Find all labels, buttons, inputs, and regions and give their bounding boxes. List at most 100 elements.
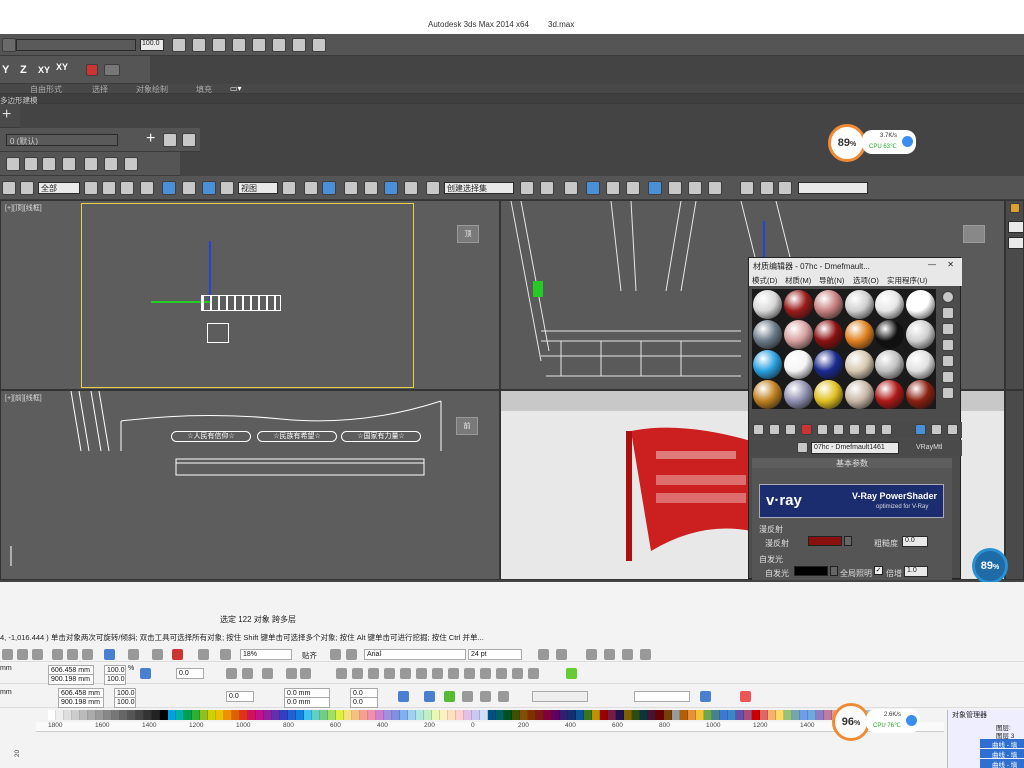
tool-icon[interactable] xyxy=(104,157,118,171)
palette-swatch[interactable] xyxy=(568,710,576,720)
scale-icon[interactable] xyxy=(202,181,216,195)
scale-y-field[interactable]: 100.0 xyxy=(114,697,136,708)
layer-icon[interactable] xyxy=(182,133,196,147)
palette-swatch[interactable] xyxy=(744,710,752,720)
effects-channel-icon[interactable] xyxy=(865,424,876,435)
palette-swatch[interactable] xyxy=(592,710,600,720)
arrange-icon[interactable] xyxy=(400,668,411,679)
color-palette[interactable] xyxy=(48,710,904,720)
close-icon[interactable]: ✕ xyxy=(947,260,954,269)
palette-swatch[interactable] xyxy=(824,710,832,720)
color-icon[interactable] xyxy=(740,691,751,702)
material-sample-slot[interactable] xyxy=(844,290,874,319)
palette-swatch[interactable] xyxy=(536,710,544,720)
spinner-field[interactable]: 100.0 xyxy=(140,39,164,51)
align-icon[interactable] xyxy=(192,38,206,52)
text-props-icon[interactable] xyxy=(622,649,633,660)
export-icon[interactable] xyxy=(172,649,183,660)
vray-icon[interactable] xyxy=(760,181,774,195)
material-sample-slot[interactable] xyxy=(753,380,782,409)
material-editor-icon[interactable] xyxy=(648,181,662,195)
outline-width-dropdown[interactable] xyxy=(634,691,690,702)
align-icon[interactable] xyxy=(252,38,266,52)
accelerate-icon[interactable] xyxy=(902,136,913,147)
align-icon[interactable] xyxy=(540,181,554,195)
palette-swatch[interactable] xyxy=(520,710,528,720)
select-by-name-icon[interactable] xyxy=(102,181,116,195)
palette-swatch[interactable] xyxy=(664,710,672,720)
keyboard-icon[interactable] xyxy=(104,64,120,76)
material-name-field[interactable]: 07hc - Dmefmault1461 xyxy=(811,442,899,454)
palette-swatch[interactable] xyxy=(376,710,384,720)
menu-item[interactable]: 选项(O) xyxy=(853,275,879,286)
scale-icon[interactable] xyxy=(424,691,435,702)
palette-swatch[interactable] xyxy=(768,710,776,720)
render-icon[interactable] xyxy=(708,181,722,195)
palette-swatch[interactable] xyxy=(792,710,800,720)
transform-icon[interactable] xyxy=(462,691,473,702)
select-object-icon[interactable] xyxy=(84,181,98,195)
window-crossing-icon[interactable] xyxy=(140,181,154,195)
arrange-icon[interactable] xyxy=(432,668,443,679)
keyboard-shortcut-icon[interactable] xyxy=(322,181,336,195)
axis-xy-button[interactable]: XY xyxy=(38,65,50,75)
align-icon[interactable] xyxy=(312,38,326,52)
palette-swatch[interactable] xyxy=(648,710,656,720)
palette-swatch[interactable] xyxy=(184,710,192,720)
app-icon[interactable] xyxy=(220,649,231,660)
align-icon[interactable] xyxy=(172,38,186,52)
material-sample-slot[interactable] xyxy=(875,350,904,379)
palette-swatch[interactable] xyxy=(800,710,808,720)
multiplier-field[interactable]: 1.0 xyxy=(904,566,928,577)
palette-swatch[interactable] xyxy=(280,710,288,720)
panel-icon[interactable] xyxy=(1010,203,1020,213)
transform-icon[interactable] xyxy=(498,691,509,702)
palette-swatch[interactable] xyxy=(144,710,152,720)
palette-swatch[interactable] xyxy=(304,710,312,720)
snap-to-dropdown[interactable]: 贴齐 xyxy=(302,650,317,661)
rotation-field[interactable]: 0.0 xyxy=(226,691,254,702)
arrange-icon[interactable] xyxy=(496,668,507,679)
palette-swatch[interactable] xyxy=(96,710,104,720)
relative-icon[interactable] xyxy=(398,691,409,702)
ribbon-options-icon[interactable]: ▭▾ xyxy=(230,84,242,93)
align-icon[interactable] xyxy=(292,38,306,52)
palette-swatch[interactable] xyxy=(224,710,232,720)
palette-swatch[interactable] xyxy=(616,710,624,720)
arrange-icon[interactable] xyxy=(480,668,491,679)
palette-swatch[interactable] xyxy=(320,710,328,720)
palette-swatch[interactable] xyxy=(576,710,584,720)
palette-swatch[interactable] xyxy=(360,710,368,720)
tool-icon[interactable] xyxy=(20,181,34,195)
palette-swatch[interactable] xyxy=(440,710,448,720)
material-editor-window[interactable]: 材质编辑器 - 07hc - Dmefmault... — ✕ 模式(D) 材质… xyxy=(748,257,962,580)
arrange-icon[interactable] xyxy=(448,668,459,679)
palette-swatch[interactable] xyxy=(680,710,688,720)
show-end-icon[interactable] xyxy=(915,424,926,435)
palette-swatch[interactable] xyxy=(208,710,216,720)
palette-swatch[interactable] xyxy=(488,710,496,720)
skew-y-field[interactable]: 0.0 xyxy=(350,697,378,708)
render-frame-icon[interactable] xyxy=(688,181,702,195)
palette-swatch[interactable] xyxy=(776,710,784,720)
palette-swatch[interactable] xyxy=(176,710,184,720)
vray-icon[interactable] xyxy=(778,181,792,195)
launcher-icon[interactable] xyxy=(198,649,209,660)
tool-icon[interactable] xyxy=(2,38,16,52)
material-sample-slot[interactable] xyxy=(753,350,782,379)
lock-ratio-icon[interactable] xyxy=(140,668,151,679)
layer-manager-icon[interactable] xyxy=(564,181,578,195)
palette-swatch[interactable] xyxy=(760,710,768,720)
open-icon[interactable] xyxy=(17,649,28,660)
palette-swatch[interactable] xyxy=(384,710,392,720)
copy-icon[interactable] xyxy=(817,424,828,435)
palette-swatch[interactable] xyxy=(496,710,504,720)
height-field[interactable]: 900.198 mm xyxy=(58,697,104,708)
tiling-icon[interactable] xyxy=(942,339,954,351)
rotation-field[interactable]: 0.0 xyxy=(176,668,204,679)
align-left-icon[interactable] xyxy=(586,649,597,660)
palette-swatch[interactable] xyxy=(136,710,144,720)
palette-swatch[interactable] xyxy=(696,710,704,720)
palette-swatch[interactable] xyxy=(608,710,616,720)
palette-swatch[interactable] xyxy=(168,710,176,720)
